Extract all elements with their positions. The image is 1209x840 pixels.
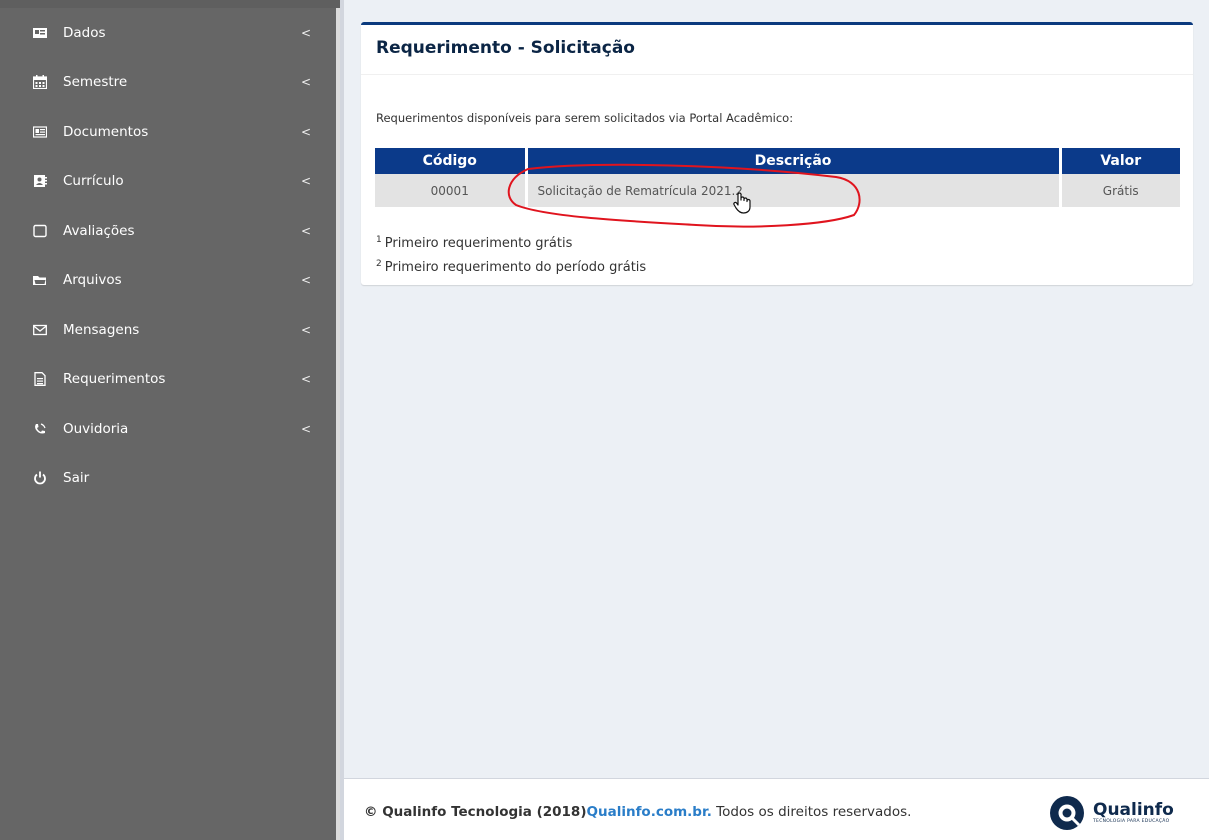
chevron-left-icon: < (300, 273, 311, 288)
footer: © Qualinfo Tecnologia (2018)Qualinfo.com… (344, 778, 1209, 840)
sidebar-item-label: Dados (63, 24, 106, 41)
sidebar-item-label: Requerimentos (63, 371, 166, 388)
sidebar-top-strip (0, 0, 340, 8)
sidebar-item-mensagens[interactable]: Mensagens < (0, 305, 336, 355)
sidebar-item-arquivos[interactable]: Arquivos < (0, 256, 336, 306)
document-card-icon (33, 125, 47, 139)
chevron-left-icon: < (300, 372, 311, 387)
logo-wordmark: Qualinfo (1093, 800, 1174, 820)
page-title: Requerimento - Solicitação (376, 38, 635, 58)
file-text-icon (33, 372, 47, 387)
intro-text: Requerimentos disponíveis para serem sol… (376, 111, 794, 125)
logo-text-group: Qualinfo TECNOLOGIA PARA EDUCAÇÃO (1093, 800, 1174, 825)
sidebar-item-ouvidoria[interactable]: Ouvidoria < (0, 404, 336, 454)
sidebar-item-label: Mensagens (63, 321, 140, 338)
requerimentos-table: Código Descrição Valor 00001 Solicitação… (375, 148, 1180, 207)
address-book-icon (33, 174, 47, 188)
chevron-left-icon: < (300, 223, 311, 238)
sidebar-item-label: Currículo (63, 173, 124, 190)
folder-open-icon (33, 273, 47, 287)
cell-codigo: 00001 (375, 174, 526, 207)
chevron-left-icon: < (300, 322, 311, 337)
column-header-codigo: Código (375, 148, 526, 174)
main-content: Requerimento - Solicitação Requerimentos… (344, 0, 1209, 778)
sidebar-item-label: Semestre (63, 74, 128, 91)
sidebar-item-label: Sair (63, 470, 90, 487)
hand-cursor-icon (733, 192, 751, 214)
chevron-left-icon: < (300, 124, 311, 139)
envelope-icon (33, 323, 47, 337)
sidebar-item-requerimentos[interactable]: Requerimentos < (0, 355, 336, 405)
phone-volume-icon (33, 422, 47, 436)
sidebar-item-avaliacoes[interactable]: Avaliações < (0, 206, 336, 256)
chevron-left-icon: < (300, 25, 311, 40)
footnote-text: Primeiro requerimento do período grátis (384, 260, 647, 275)
qualinfo-logo-icon (1050, 796, 1084, 830)
sidebar-item-curriculo[interactable]: Currículo < (0, 157, 336, 207)
square-outline-icon (33, 224, 47, 238)
sidebar-item-semestre[interactable]: Semestre < (0, 58, 336, 108)
sidebar: Dados < Semestre < Documentos < Currícul… (0, 0, 340, 840)
cell-valor: Grátis (1058, 174, 1180, 207)
sidebar-item-label: Ouvidoria (63, 420, 129, 437)
divider (361, 74, 1193, 75)
rights-text: Todos os direitos reservados. (711, 804, 912, 820)
chevron-left-icon: < (300, 75, 311, 90)
chevron-left-icon: < (300, 174, 311, 189)
chevron-left-icon: < (300, 421, 311, 436)
calendar-icon (33, 75, 47, 90)
table-row[interactable]: 00001 Solicitação de Rematrícula 2021.2 … (375, 174, 1180, 207)
id-card-icon (33, 26, 47, 40)
table-header-row: Código Descrição Valor (375, 148, 1180, 174)
sidebar-item-label: Arquivos (63, 272, 122, 289)
footnote-1: 1 Primeiro requerimento grátis (376, 235, 572, 251)
footer-text: © Qualinfo Tecnologia (2018)Qualinfo.com… (364, 804, 911, 820)
column-header-valor: Valor (1058, 148, 1180, 174)
footnote-2: 2 Primeiro requerimento do período grátis (376, 259, 646, 275)
qualinfo-logo[interactable]: Qualinfo TECNOLOGIA PARA EDUCAÇÃO (1049, 795, 1174, 831)
sidebar-item-dados[interactable]: Dados < (0, 8, 336, 58)
copyright-text: © Qualinfo Tecnologia (2018) (364, 804, 587, 820)
requerimento-box: Requerimento - Solicitação Requerimentos… (361, 22, 1193, 285)
sidebar-item-label: Documentos (63, 123, 149, 140)
power-icon (33, 471, 47, 485)
sidebar-item-documentos[interactable]: Documentos < (0, 107, 336, 157)
sidebar-item-sair[interactable]: Sair (0, 454, 336, 504)
footnote-marker: 1 (376, 235, 382, 245)
sidebar-menu: Dados < Semestre < Documentos < Currícul… (0, 0, 336, 503)
qualinfo-link[interactable]: Qualinfo.com.br. (587, 804, 712, 820)
footnote-marker: 2 (376, 259, 382, 269)
column-header-descricao: Descrição (524, 148, 1060, 174)
logo-tagline: TECNOLOGIA PARA EDUCAÇÃO (1093, 819, 1170, 824)
footnote-text: Primeiro requerimento grátis (384, 236, 573, 251)
cell-descricao-link[interactable]: Solicitação de Rematrícula 2021.2 (524, 174, 1060, 207)
sidebar-item-label: Avaliações (63, 222, 135, 239)
